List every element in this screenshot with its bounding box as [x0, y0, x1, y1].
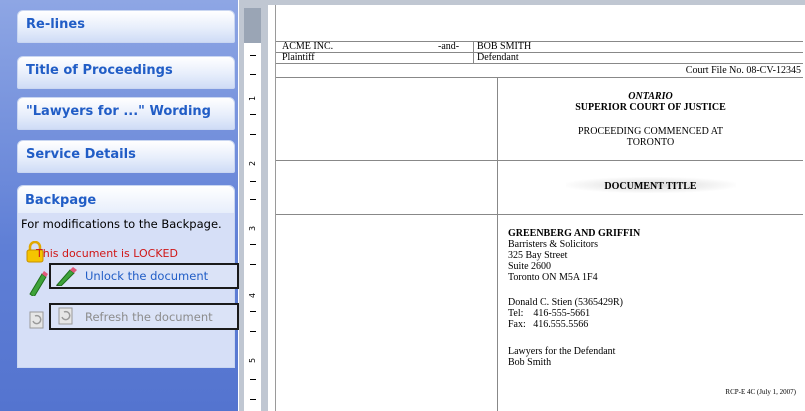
unlock-label: Unlock the document: [85, 269, 209, 283]
form-code: RCP-E 4C (July 1, 2007): [725, 388, 796, 396]
edit-pencil-icon: [56, 267, 77, 286]
address-line-3: Toronto ON M5A 1F4: [508, 272, 598, 283]
vertical-ruler: 1 2 3 4 5: [239, 0, 268, 411]
ruler-strip: 1 2 3 4 5: [244, 43, 261, 411]
ruler-top: [244, 8, 261, 43]
lawyers-for: Lawyers for the Defendant: [508, 346, 616, 357]
plaintiff-name: ACME INC.: [282, 41, 334, 52]
fax: Fax: 416.555.5566: [508, 319, 589, 330]
firm-type: Barristers & Solicitors: [508, 239, 598, 250]
and-text: -and-: [438, 41, 460, 52]
ruler-number: 3: [248, 225, 258, 232]
lawyer-name: Donald C. Stien (5365429R): [508, 297, 623, 308]
address-line-2: Suite 2600: [508, 261, 552, 272]
locked-status: This document is LOCKED: [36, 247, 178, 260]
address-line-1: 325 Bay Street: [508, 250, 568, 261]
refresh-icon: [58, 307, 73, 325]
firm-name: GREENBERG AND GRIFFIN: [508, 228, 641, 239]
ruler-number: 2: [248, 160, 258, 167]
ruler-number: 1: [248, 95, 258, 102]
telephone: Tel: 416-555-5661: [508, 308, 591, 319]
backpage-title[interactable]: Backpage: [18, 186, 234, 213]
document-page[interactable]: ACME INC. -and- BOB SMITH Plaintiff Defe…: [275, 5, 804, 411]
ruler-number: 4: [248, 292, 258, 299]
backpage-panel: Backpage For modifications to the Backpa…: [17, 185, 239, 368]
proceeding-line-2: TORONTO: [626, 137, 675, 148]
defendant-name: BOB SMITH: [477, 41, 532, 52]
client-name: Bob Smith: [508, 357, 552, 368]
section-service-details[interactable]: Service Details: [17, 140, 235, 173]
section-title-of-proceedings[interactable]: Title of Proceedings: [17, 56, 235, 89]
section-lawyers-for-wording[interactable]: "Lawyers for ..." Wording: [17, 97, 235, 130]
refresh-label: Refresh the document: [85, 310, 213, 324]
ruler-number: 5: [248, 357, 258, 364]
court-file-number: Court File No. 08-CV-12345: [685, 65, 801, 76]
refresh-doc-icon: [29, 311, 44, 329]
defendant-role: Defendant: [477, 52, 519, 63]
court-name: SUPERIOR COURT OF JUSTICE: [575, 102, 726, 113]
refresh-document-button[interactable]: Refresh the document: [49, 303, 239, 330]
section-re-lines[interactable]: Re-lines: [17, 10, 235, 43]
task-pane: Re-lines Title of Proceedings "Lawyers f…: [0, 0, 239, 411]
province: ONTARIO: [628, 91, 673, 102]
document-title: DOCUMENT TITLE: [604, 181, 697, 192]
proceeding-line-1: PROCEEDING COMMENCED AT: [577, 126, 723, 137]
backpage-description: For modifications to the Backpage.: [21, 217, 222, 231]
pencil-icon: [28, 271, 48, 296]
unlock-document-button[interactable]: Unlock the document: [49, 263, 239, 289]
plaintiff-role: Plaintiff: [282, 52, 315, 63]
